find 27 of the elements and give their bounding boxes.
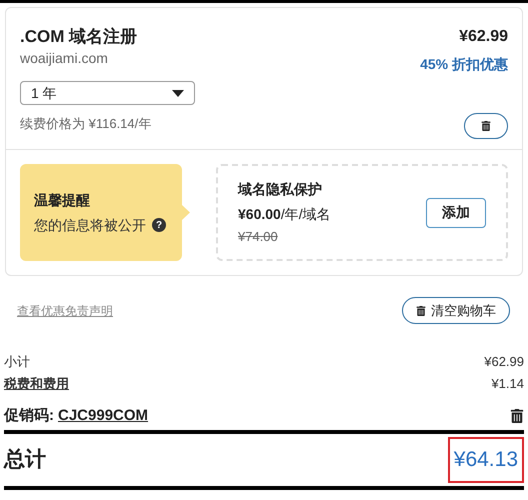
product-title: .COM 域名注册 [20, 26, 138, 48]
term-dropdown[interactable]: 1 年 [20, 81, 195, 105]
promo-code-link[interactable]: CJC999COM [58, 404, 148, 428]
renewal-price: 续费价格为 ¥116.14/年 [20, 115, 152, 133]
domain-name: woaijiami.com [20, 49, 109, 68]
notice-title: 温馨提醒 [34, 190, 91, 210]
delete-button[interactable] [464, 113, 508, 139]
disclaimer-link[interactable]: 查看优惠免责声明 [17, 302, 113, 320]
item-price: ¥62.99 [459, 27, 508, 47]
old-price: ¥74.00 [238, 228, 279, 246]
notice-text: 您的信息将被公开 [34, 216, 146, 234]
discount-label: 45% 折扣优惠 [420, 55, 508, 74]
total-label: 总计 [4, 447, 46, 474]
offer-title: 域名隐私保护 [238, 180, 323, 199]
total-amount: ¥64.13 [448, 437, 524, 483]
summary-value: ¥62.99 [484, 353, 524, 372]
trash-icon [481, 121, 491, 131]
caret-icon [172, 90, 184, 96]
trash-icon [416, 306, 426, 316]
summary-value: ¥1.14 [491, 375, 524, 394]
clear-cart-button[interactable]: 清空购物车 [402, 297, 510, 324]
summary-label: 小计 [4, 353, 30, 372]
taxes-link[interactable]: 税费和费用 [4, 374, 69, 394]
promo-label: 促销码: [4, 406, 54, 426]
offer-price: ¥60.00/年/域名 [238, 204, 331, 224]
add-button[interactable]: 添加 [426, 198, 486, 228]
trash-icon[interactable] [510, 409, 524, 423]
